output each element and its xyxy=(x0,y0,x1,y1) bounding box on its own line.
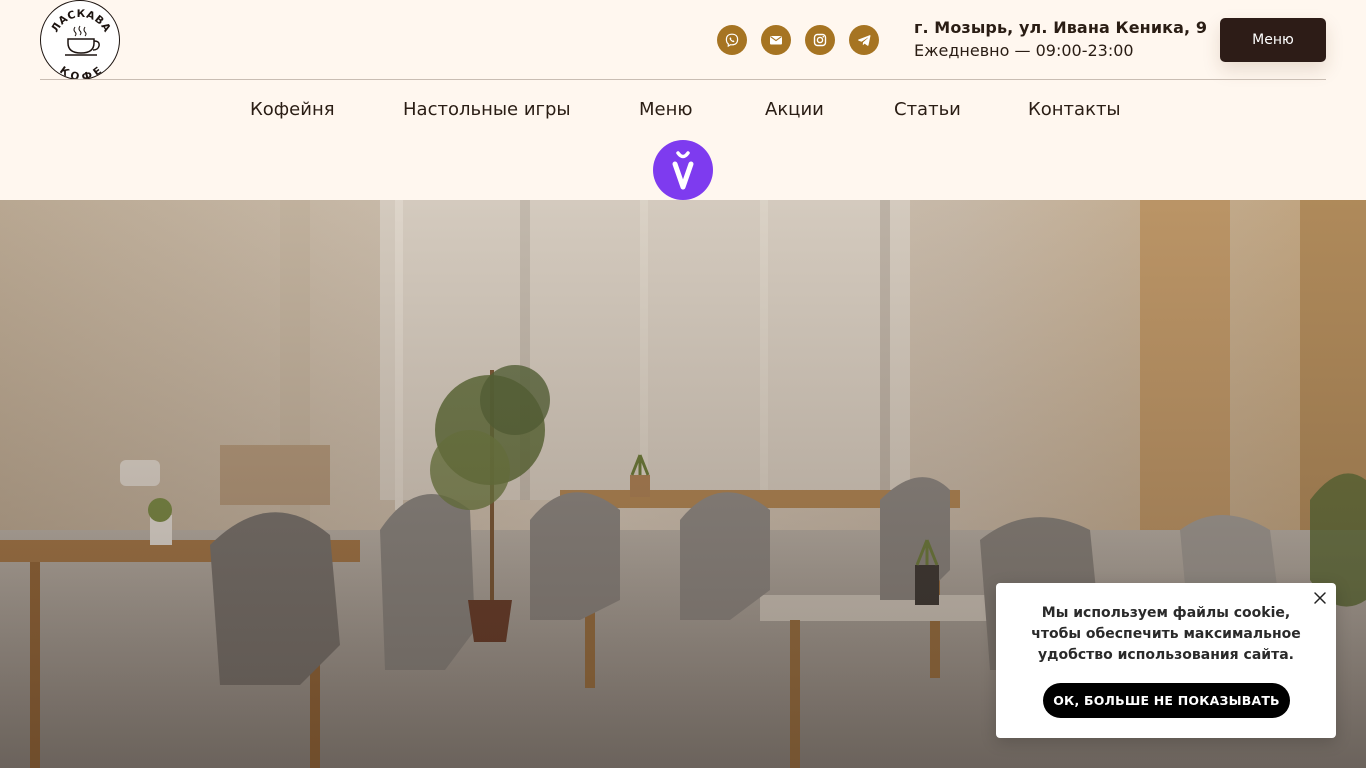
coffee-cup-logo: ЛАСКАВА КОФЕ xyxy=(49,8,113,80)
opening-hours: Ежедневно — 09:00-23:00 xyxy=(914,41,1134,60)
contact-info: г. Мозырь, ул. Ивана Кеника, 9 Ежедневно… xyxy=(914,17,1208,63)
nav-item-articles[interactable]: Статьи xyxy=(894,99,961,121)
svg-text:КОФЕ: КОФЕ xyxy=(57,64,105,80)
accessibility-badge[interactable] xyxy=(653,140,713,200)
menu-button[interactable]: Меню xyxy=(1220,18,1326,62)
cookie-accept-button[interactable]: ОК, БОЛЬШЕ НЕ ПОКАЗЫВАТЬ xyxy=(1043,683,1290,718)
main-nav: Кофейня Настольные игры Меню Акции Стать… xyxy=(0,99,1366,123)
nav-item-coffee-shop[interactable]: Кофейня xyxy=(250,99,335,121)
viber-link[interactable] xyxy=(717,25,747,55)
cookie-message: Мы используем файлы cookie, чтобы обеспе… xyxy=(1031,605,1301,663)
address: г. Мозырь, ул. Ивана Кеника, 9 xyxy=(914,18,1208,37)
mail-icon xyxy=(770,36,782,45)
social-links xyxy=(717,25,879,55)
svg-text:ЛАСКАВА: ЛАСКАВА xyxy=(49,8,113,35)
header-divider xyxy=(40,79,1326,80)
telegram-icon xyxy=(858,35,871,46)
logo-text-top: ЛАСКАВА xyxy=(49,8,113,35)
instagram-icon xyxy=(813,33,827,47)
accessibility-badge-icon xyxy=(672,151,694,190)
instagram-link[interactable] xyxy=(805,25,835,55)
nav-item-menu[interactable]: Меню xyxy=(639,99,693,121)
logo-text-bottom: КОФЕ xyxy=(57,64,104,79)
nav-item-promotions[interactable]: Акции xyxy=(765,99,824,121)
email-link[interactable] xyxy=(761,25,791,55)
logo[interactable]: ЛАСКАВА КОФЕ xyxy=(40,0,120,80)
cookie-banner: Мы используем файлы cookie, чтобы обеспе… xyxy=(996,583,1336,738)
phone-viber-icon xyxy=(725,33,739,48)
nav-item-board-games[interactable]: Настольные игры xyxy=(403,99,571,121)
site-header: ЛАСКАВА КОФЕ г. Мозырь, ул. Ивана Кеника… xyxy=(0,0,1366,200)
telegram-link[interactable] xyxy=(849,25,879,55)
nav-item-contacts[interactable]: Контакты xyxy=(1028,99,1121,121)
